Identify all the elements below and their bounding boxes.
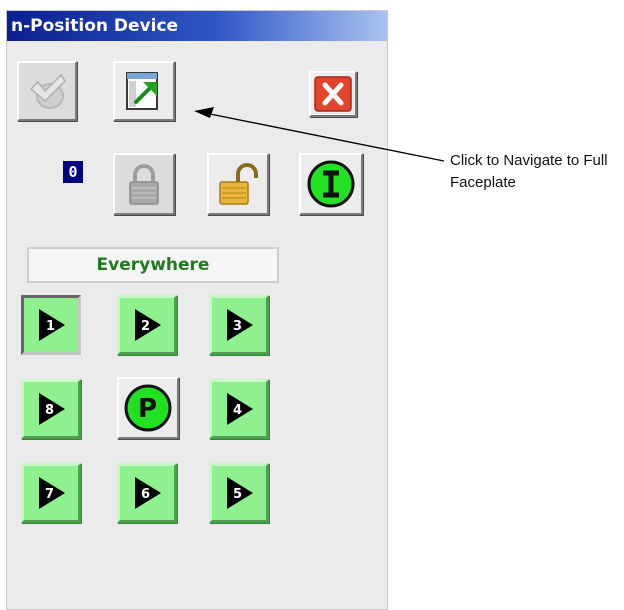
park-button[interactable]: P <box>117 377 179 439</box>
annotation-label: Click to Navigate to Full Faceplate <box>450 152 608 191</box>
park-icon: P <box>124 384 172 432</box>
position-6-button[interactable]: 6 <box>117 463 177 523</box>
position-1-button[interactable]: 1 <box>21 295 81 355</box>
play-arrow-icon: 3 <box>227 309 253 341</box>
position-2-button[interactable]: 2 <box>117 295 177 355</box>
interlock-button[interactable] <box>299 153 363 215</box>
navigate-faceplate-button[interactable] <box>113 61 175 121</box>
position-number: 3 <box>233 319 242 334</box>
position-number: 6 <box>141 487 150 502</box>
acknowledge-icon <box>29 73 66 109</box>
play-arrow-icon: 5 <box>227 477 253 509</box>
position-number: 5 <box>233 487 242 502</box>
mode-indicator: Everywhere <box>27 247 279 283</box>
position-5-button[interactable]: 5 <box>209 463 269 523</box>
navigate-to-faceplate-icon <box>126 72 158 110</box>
faceplate-panel: n-Position Device 0 Everywhere 1 2 3 8 P… <box>6 10 388 610</box>
play-arrow-icon: 2 <box>135 309 161 341</box>
unlock-button[interactable] <box>207 153 269 215</box>
lock-icon <box>129 164 159 205</box>
position-3-button[interactable]: 3 <box>209 295 269 355</box>
position-number: 2 <box>141 319 150 334</box>
interlock-icon <box>307 160 355 208</box>
position-number: 7 <box>45 487 54 502</box>
position-counter: 0 <box>63 161 83 183</box>
position-number: 4 <box>233 403 242 418</box>
title-bar: n-Position Device <box>7 11 387 41</box>
play-arrow-icon: 4 <box>227 393 253 425</box>
acknowledge-button[interactable] <box>17 61 77 121</box>
close-icon <box>314 76 352 112</box>
position-4-button[interactable]: 4 <box>209 379 269 439</box>
play-arrow-icon: 7 <box>39 477 65 509</box>
play-arrow-icon: 6 <box>135 477 161 509</box>
play-arrow-icon: 8 <box>39 393 65 425</box>
position-7-button[interactable]: 7 <box>21 463 81 523</box>
position-8-button[interactable]: 8 <box>21 379 81 439</box>
unlock-icon <box>219 163 258 205</box>
close-button[interactable] <box>309 71 357 117</box>
lock-button[interactable] <box>113 153 175 215</box>
mode-label: Everywhere <box>96 255 210 275</box>
park-label: P <box>138 394 157 424</box>
play-arrow-icon: 1 <box>39 309 65 341</box>
position-number: 1 <box>46 319 55 334</box>
position-number: 8 <box>45 403 54 418</box>
window-title: n-Position Device <box>11 16 179 36</box>
